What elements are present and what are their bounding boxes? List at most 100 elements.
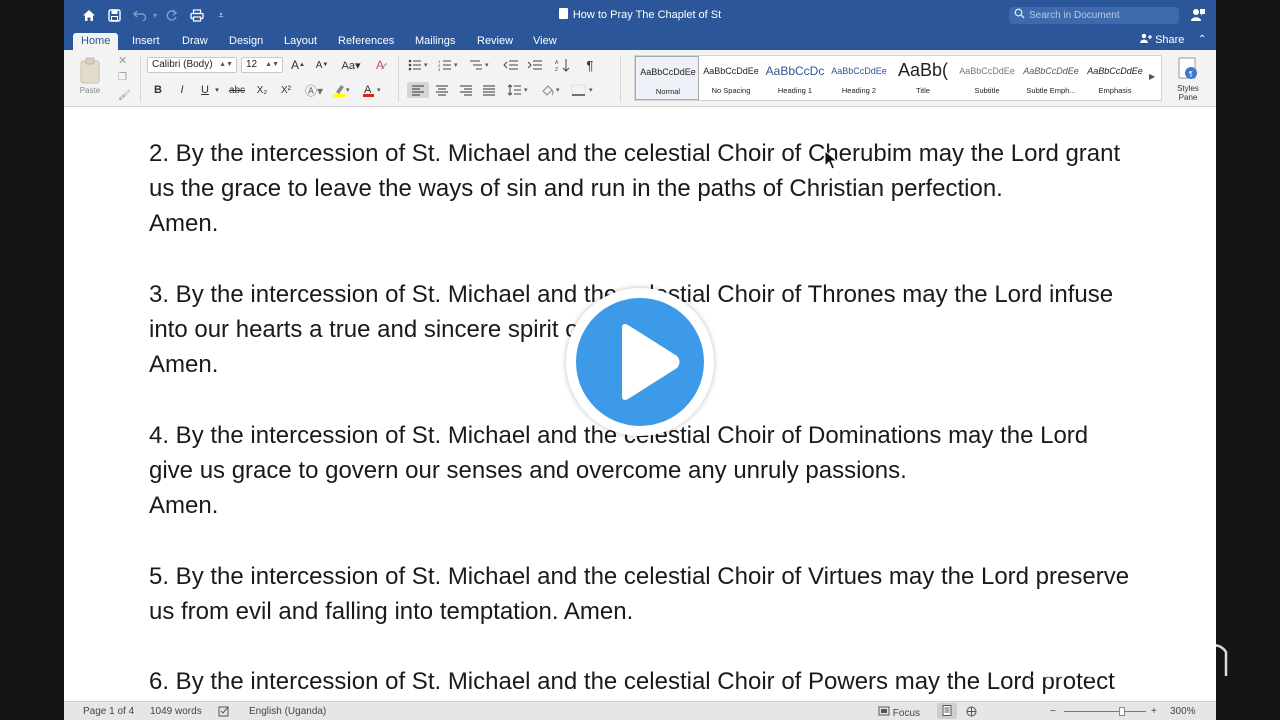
style-normal[interactable]: AaBbCcDdEe Normal xyxy=(635,56,699,100)
font-name-dropdown[interactable]: Calibri (Body) ▲▼ xyxy=(147,57,237,73)
ribbon-tabs: Home Insert Draw Design Layout Reference… xyxy=(64,31,1216,50)
highlight-color-icon[interactable]: ▾ xyxy=(329,82,353,98)
focus-button[interactable]: Focus xyxy=(878,706,920,719)
styles-pane-button[interactable]: ¶ Styles Pane xyxy=(1164,54,1212,104)
proofing-icon[interactable] xyxy=(218,706,230,720)
tab-draw[interactable]: Draw xyxy=(174,33,216,50)
tab-layout[interactable]: Layout xyxy=(276,33,325,50)
clear-formatting-icon[interactable]: A̷ xyxy=(370,57,390,73)
align-left-button[interactable] xyxy=(407,82,429,98)
svg-text:▾: ▾ xyxy=(346,87,350,94)
italic-button[interactable]: I xyxy=(174,82,190,98)
copy-icon[interactable]: ❐ xyxy=(118,72,127,83)
zoom-level[interactable]: 300% xyxy=(1170,706,1196,717)
svg-text:▾: ▾ xyxy=(556,87,560,94)
text-effects-icon[interactable]: Ⓐ▾ xyxy=(303,82,325,98)
sort-icon[interactable]: AZ xyxy=(553,57,573,73)
align-right-icon[interactable] xyxy=(455,82,477,98)
mouse-cursor-icon xyxy=(824,150,838,170)
share-icon xyxy=(1140,33,1155,46)
style-no-spacing[interactable]: AaBbCcDdEe No Spacing xyxy=(699,56,763,100)
zoom-out-icon[interactable]: − xyxy=(1050,706,1056,717)
change-case-icon[interactable]: Aa▾ xyxy=(338,57,364,73)
multilevel-list-icon[interactable]: ▾ xyxy=(467,57,493,73)
align-left-icon xyxy=(412,85,424,95)
web-layout-view-icon[interactable] xyxy=(965,706,978,720)
zoom-slider[interactable] xyxy=(1064,711,1146,712)
styles-gallery: AaBbCcDdEe Normal AaBbCcDdEe No Spacing … xyxy=(634,55,1162,101)
feedback-icon[interactable] xyxy=(1190,7,1206,23)
svg-text:▾: ▾ xyxy=(524,87,528,94)
underline-dropdown-icon[interactable]: ▾ xyxy=(213,82,221,98)
subscript-button[interactable]: X₂ xyxy=(252,82,272,98)
paste-button[interactable]: Paste ✕ ❐ 🖌 xyxy=(72,54,131,104)
style-heading-2[interactable]: AaBbCcDdEe Heading 2 xyxy=(827,56,891,100)
tab-references[interactable]: References xyxy=(330,33,402,50)
bullets-icon[interactable]: ▾ xyxy=(406,57,432,73)
tab-view[interactable]: View xyxy=(525,33,565,50)
tab-insert[interactable]: Insert xyxy=(124,33,168,50)
show-formatting-icon[interactable]: ¶ xyxy=(580,57,600,73)
superscript-button[interactable]: X² xyxy=(276,82,296,98)
borders-icon[interactable]: ▾ xyxy=(569,82,597,98)
status-bar: Page 1 of 4 1049 words English (Uganda) … xyxy=(64,701,1216,720)
document-icon xyxy=(558,8,568,19)
paste-label: Paste xyxy=(79,86,101,95)
svg-text:Z: Z xyxy=(555,67,558,72)
collapse-ribbon-icon[interactable]: ⌃ xyxy=(1198,34,1206,45)
page-count[interactable]: Page 1 of 4 xyxy=(83,706,134,717)
cut-icon[interactable]: ✕ xyxy=(118,54,127,67)
style-title[interactable]: AaBb( Title xyxy=(891,56,955,100)
ribbon-divider xyxy=(398,56,399,102)
font-size-dropdown[interactable]: 12 ▲▼ xyxy=(241,57,283,73)
justify-icon[interactable] xyxy=(478,82,500,98)
print-layout-view-icon[interactable] xyxy=(937,703,957,719)
style-emphasis[interactable]: AaBbCcDdEe Emphasis xyxy=(1083,56,1147,100)
tab-mailings[interactable]: Mailings xyxy=(407,33,463,50)
gallery-more-icon[interactable]: ▶ xyxy=(1149,72,1155,81)
strikethrough-button[interactable]: abc xyxy=(226,82,248,98)
svg-text:▾: ▾ xyxy=(589,87,593,94)
style-heading-1[interactable]: AaBbCcDc Heading 1 xyxy=(763,56,827,100)
line-spacing-icon[interactable]: ▾ xyxy=(506,82,532,98)
document-line: 5. By the intercession of St. Michael an… xyxy=(149,563,1130,590)
language-indicator[interactable]: English (Uganda) xyxy=(249,706,326,717)
chevron-down-icon: ▲▼ xyxy=(265,61,279,68)
increase-indent-icon[interactable] xyxy=(525,57,545,73)
document-line: 2. By the intercession of St. Michael an… xyxy=(149,140,1121,167)
ribbon-home: Paste ✕ ❐ 🖌 Calibri (Body) ▲▼ 12 ▲▼ A ▲ A ▼ … xyxy=(64,50,1216,107)
svg-text:▾: ▾ xyxy=(485,62,489,69)
svg-text:A: A xyxy=(555,60,559,66)
underline-button[interactable]: U xyxy=(197,82,213,98)
play-button[interactable] xyxy=(566,288,714,436)
chevron-down-icon: ▲▼ xyxy=(219,61,233,68)
search-placeholder: Search in Document xyxy=(1029,10,1120,21)
document-line: Amen. xyxy=(149,492,219,519)
tab-home[interactable]: Home xyxy=(73,33,119,50)
grow-font-icon[interactable]: A ▲ xyxy=(287,57,309,73)
ribbon-divider xyxy=(140,56,141,102)
style-subtitle[interactable]: AaBbCcDdEe Subtitle xyxy=(955,56,1019,100)
zoom-in-icon[interactable]: + xyxy=(1151,706,1157,717)
focus-icon xyxy=(878,706,893,719)
bold-button[interactable]: B xyxy=(150,82,166,98)
font-color-icon[interactable]: A ▾ xyxy=(360,82,386,98)
search-icon xyxy=(1014,8,1025,25)
decrease-indent-icon[interactable] xyxy=(501,57,521,73)
shrink-font-icon[interactable]: A ▼ xyxy=(311,57,333,73)
zoom-slider-handle[interactable] xyxy=(1119,707,1125,716)
align-center-icon[interactable] xyxy=(431,82,453,98)
style-subtle-emphasis[interactable]: AaBbCcDdEe Subtle Emph... xyxy=(1019,56,1083,100)
tab-review[interactable]: Review xyxy=(469,33,521,50)
document-line: us the grace to leave the ways of sin an… xyxy=(149,175,1003,202)
tab-design[interactable]: Design xyxy=(221,33,271,50)
paste-icon xyxy=(80,57,100,84)
word-count[interactable]: 1049 words xyxy=(150,706,202,717)
shading-icon[interactable]: ▾ xyxy=(538,82,564,98)
svg-text:▾: ▾ xyxy=(454,62,458,69)
numbering-icon[interactable]: 1 2 3 ▾ xyxy=(436,57,462,73)
search-input[interactable]: Search in Document xyxy=(1009,7,1179,24)
share-button[interactable]: Share xyxy=(1140,33,1184,48)
format-painter-icon[interactable]: 🖌 xyxy=(118,90,131,101)
document-line: Amen. xyxy=(149,210,219,237)
